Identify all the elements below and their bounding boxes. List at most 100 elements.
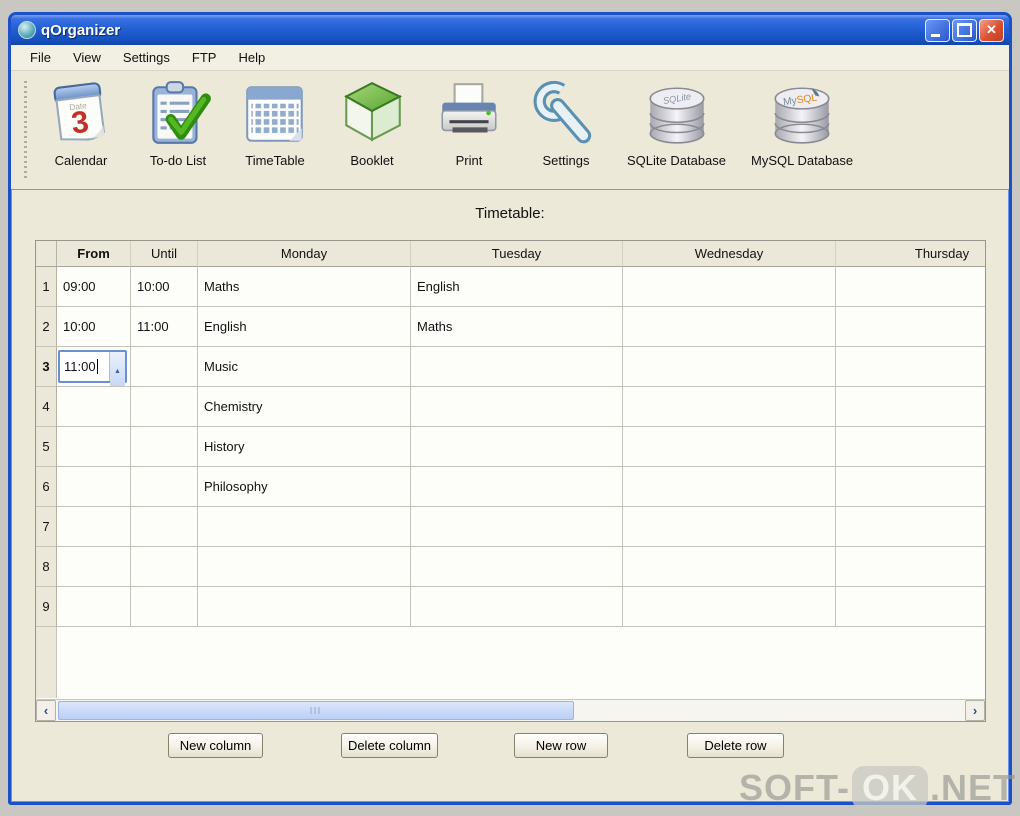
table-cell[interactable]: English bbox=[411, 267, 623, 307]
table-cell[interactable] bbox=[198, 547, 411, 587]
table-cell[interactable] bbox=[57, 387, 131, 427]
table-cell[interactable] bbox=[131, 347, 198, 387]
table-cell[interactable] bbox=[131, 547, 198, 587]
row-header[interactable]: 2 bbox=[36, 307, 57, 347]
column-header-until[interactable]: Until bbox=[131, 241, 198, 267]
table-cell[interactable] bbox=[623, 267, 836, 307]
table-row: 4 Chemistry bbox=[36, 387, 985, 427]
table-cell[interactable]: Philosophy bbox=[198, 467, 411, 507]
menu-help[interactable]: Help bbox=[227, 46, 276, 69]
new-row-button[interactable]: New row bbox=[514, 733, 608, 758]
table-cell[interactable] bbox=[623, 467, 836, 507]
row-header[interactable]: 4 bbox=[36, 387, 57, 427]
table-cell[interactable] bbox=[623, 387, 836, 427]
row-header[interactable]: 7 bbox=[36, 507, 57, 547]
table-cell[interactable] bbox=[131, 387, 198, 427]
scrollbar-thumb[interactable] bbox=[58, 701, 574, 720]
table-cell[interactable] bbox=[836, 267, 985, 307]
new-column-button[interactable]: New column bbox=[168, 733, 263, 758]
table-cell[interactable]: Maths bbox=[198, 267, 411, 307]
toolbar-button-booklet[interactable]: Booklet bbox=[328, 76, 416, 170]
table-cell[interactable]: 10:00 bbox=[131, 267, 198, 307]
toolbar: Date 3 Calendar To-do List TimeTable Boo… bbox=[11, 71, 1009, 190]
scroll-left-button[interactable]: ‹ bbox=[36, 700, 56, 721]
table-cell[interactable] bbox=[836, 347, 985, 387]
table-cell[interactable]: Maths bbox=[411, 307, 623, 347]
table-cell[interactable] bbox=[411, 587, 623, 627]
minimize-button[interactable] bbox=[925, 18, 950, 42]
menu-view[interactable]: View bbox=[62, 46, 112, 69]
table-cell[interactable]: English bbox=[198, 307, 411, 347]
table-cell[interactable] bbox=[623, 547, 836, 587]
table-cell[interactable] bbox=[57, 547, 131, 587]
table-cell[interactable] bbox=[57, 427, 131, 467]
menu-settings[interactable]: Settings bbox=[112, 46, 181, 69]
table-cell[interactable]: 11:00 ▲▼ bbox=[57, 347, 131, 387]
table-cell[interactable] bbox=[131, 427, 198, 467]
table-cell[interactable] bbox=[131, 507, 198, 547]
table-cell[interactable]: History bbox=[198, 427, 411, 467]
table-cell[interactable] bbox=[836, 467, 985, 507]
table-cell[interactable] bbox=[198, 587, 411, 627]
table-cell[interactable] bbox=[836, 507, 985, 547]
delete-row-button[interactable]: Delete row bbox=[687, 733, 784, 758]
spin-up-button[interactable]: ▲ bbox=[110, 352, 125, 386]
column-header-monday[interactable]: Monday bbox=[198, 241, 411, 267]
table-cell[interactable] bbox=[623, 587, 836, 627]
table-cell[interactable] bbox=[411, 467, 623, 507]
toolbar-button-sqlite-database[interactable]: SQLite SQLite Database bbox=[619, 76, 734, 170]
scrollbar-track[interactable] bbox=[56, 700, 965, 721]
table-cell[interactable]: 09:00 bbox=[57, 267, 131, 307]
table-cell[interactable]: 11:00 bbox=[131, 307, 198, 347]
toolbar-button-settings[interactable]: Settings bbox=[522, 76, 610, 170]
table-cell[interactable] bbox=[411, 387, 623, 427]
column-header-from[interactable]: From bbox=[57, 241, 131, 267]
column-header-tuesday[interactable]: Tuesday bbox=[411, 241, 623, 267]
table-cell[interactable] bbox=[411, 507, 623, 547]
table-cell[interactable] bbox=[836, 307, 985, 347]
toolbar-button-print[interactable]: Print bbox=[425, 76, 513, 170]
table-cell[interactable] bbox=[131, 467, 198, 507]
table-cell[interactable] bbox=[57, 507, 131, 547]
column-header-wednesday[interactable]: Wednesday bbox=[623, 241, 836, 267]
table-cell[interactable] bbox=[623, 427, 836, 467]
row-header[interactable]: 5 bbox=[36, 427, 57, 467]
row-header[interactable]: 1 bbox=[36, 267, 57, 307]
table-cell[interactable] bbox=[57, 587, 131, 627]
delete-column-button[interactable]: Delete column bbox=[341, 733, 438, 758]
horizontal-scrollbar[interactable]: ‹ › bbox=[36, 699, 985, 721]
table-cell[interactable] bbox=[198, 507, 411, 547]
menu-ftp[interactable]: FTP bbox=[181, 46, 228, 69]
toolbar-drag-handle[interactable] bbox=[24, 81, 27, 179]
toolbar-button-calendar[interactable]: Date 3 Calendar bbox=[37, 76, 125, 170]
mysql-database-icon: MySQL bbox=[774, 87, 830, 144]
cell-editor-spinbox[interactable]: 11:00 ▲▼ bbox=[58, 350, 127, 386]
row-header[interactable]: 6 bbox=[36, 467, 57, 507]
toolbar-button-mysql-database[interactable]: MySQL MySQL Database bbox=[743, 76, 861, 170]
scroll-right-button[interactable]: › bbox=[965, 700, 985, 721]
table-cell[interactable] bbox=[411, 347, 623, 387]
column-header-thursday[interactable]: Thursday bbox=[836, 241, 985, 267]
table-cell[interactable] bbox=[836, 427, 985, 467]
toolbar-button-timetable[interactable]: TimeTable bbox=[231, 76, 319, 170]
table-cell[interactable] bbox=[57, 467, 131, 507]
table-cell[interactable]: Chemistry bbox=[198, 387, 411, 427]
row-header[interactable]: 8 bbox=[36, 547, 57, 587]
table-cell[interactable]: Music bbox=[198, 347, 411, 387]
table-cell[interactable] bbox=[836, 587, 985, 627]
table-cell[interactable] bbox=[836, 547, 985, 587]
table-cell[interactable] bbox=[623, 307, 836, 347]
table-cell[interactable]: 10:00 bbox=[57, 307, 131, 347]
toolbar-button-todo-list[interactable]: To-do List bbox=[134, 76, 222, 170]
row-header[interactable]: 3 bbox=[36, 347, 57, 387]
table-cell[interactable] bbox=[623, 347, 836, 387]
table-cell[interactable] bbox=[131, 587, 198, 627]
maximize-button[interactable] bbox=[952, 18, 977, 42]
table-cell[interactable] bbox=[623, 507, 836, 547]
table-cell[interactable] bbox=[836, 387, 985, 427]
table-cell[interactable] bbox=[411, 547, 623, 587]
row-header[interactable]: 9 bbox=[36, 587, 57, 627]
menu-file[interactable]: File bbox=[19, 46, 62, 69]
table-cell[interactable] bbox=[411, 427, 623, 467]
close-button[interactable]: ✕ bbox=[979, 18, 1004, 42]
